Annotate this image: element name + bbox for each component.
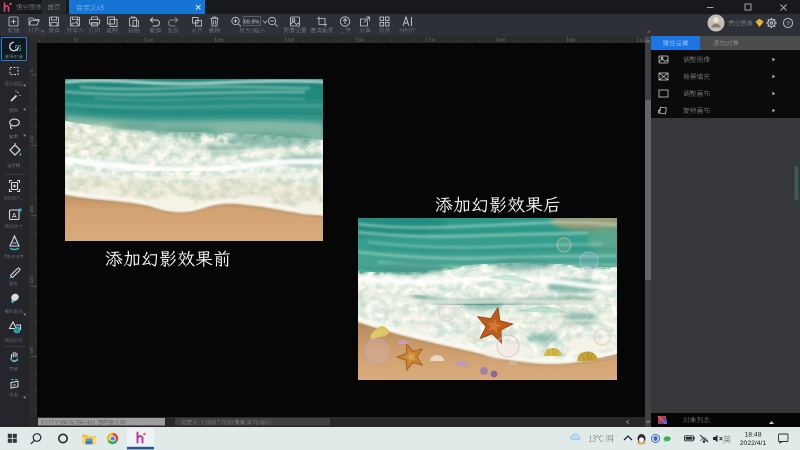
svg-text:18:48: 18:48 [744,432,761,439]
svg-text:2022/4/1: 2022/4/1 [740,440,767,447]
